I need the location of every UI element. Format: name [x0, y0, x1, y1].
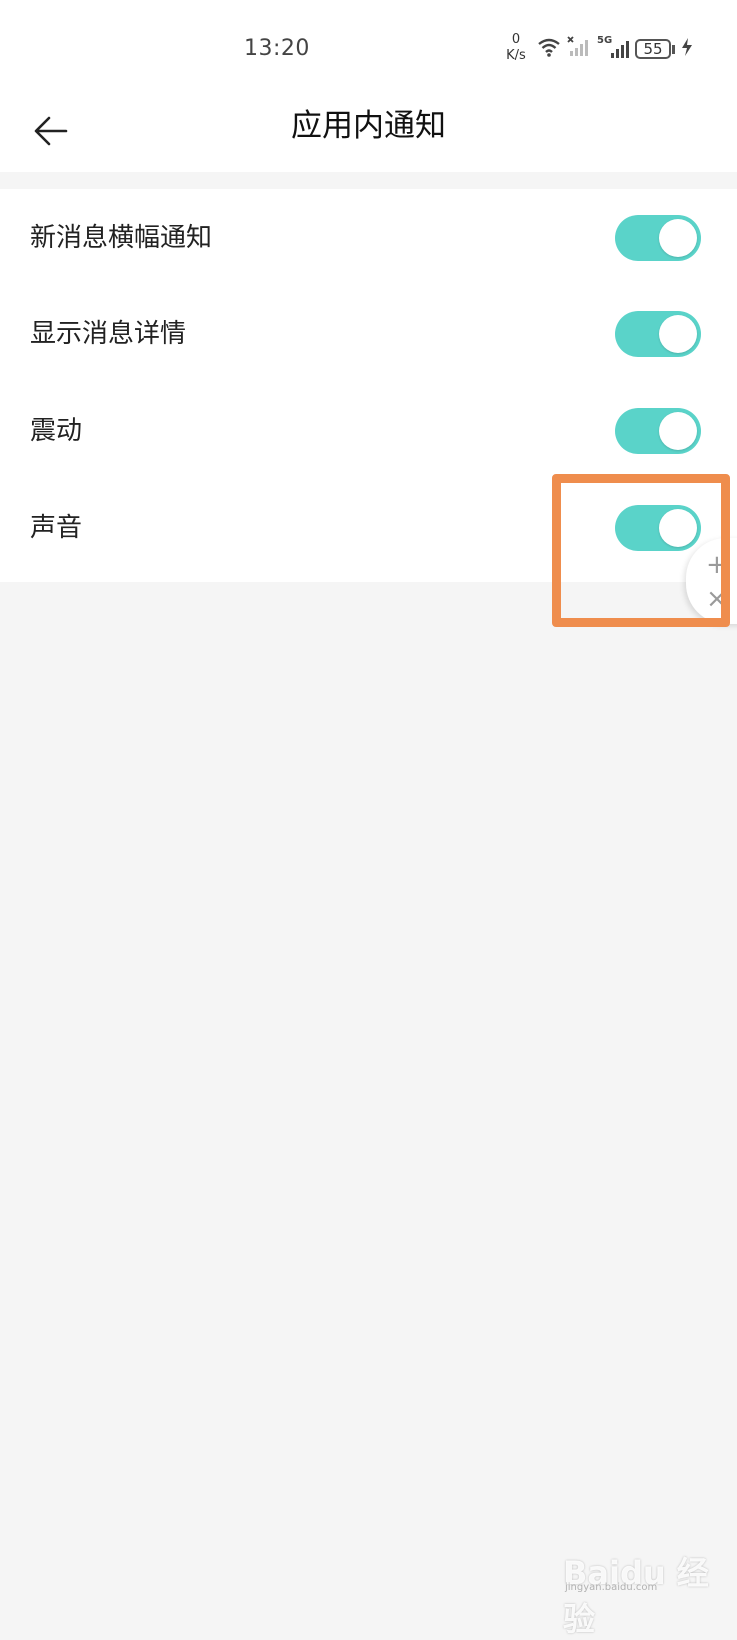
- setting-label: 震动: [30, 416, 83, 446]
- setting-row-details: 显示消息详情: [0, 285, 737, 383]
- banner-toggle[interactable]: [615, 215, 701, 261]
- arrow-left-icon: [34, 116, 68, 150]
- watermark-logo: Baidu 经验: [563, 1554, 709, 1638]
- net-speed: 0 K/s: [499, 32, 533, 64]
- title-bar: 应用内通知: [0, 94, 737, 172]
- setting-row-vibration: 震动: [0, 382, 737, 480]
- net-speed-value: 0: [511, 32, 521, 47]
- setting-row-banner: 新消息横幅通知: [0, 189, 737, 287]
- highlight-annotation: [552, 474, 730, 627]
- status-time: 13:20: [244, 36, 310, 61]
- setting-label: 新消息横幅通知: [30, 223, 213, 253]
- page-title: 应用内通知: [291, 108, 446, 144]
- signal-5g-icon: 5G: [597, 35, 629, 60]
- battery-tip: [672, 44, 675, 54]
- toggle-knob: [659, 412, 697, 450]
- details-toggle[interactable]: [615, 311, 701, 357]
- back-button[interactable]: [26, 108, 76, 158]
- vibration-toggle[interactable]: [615, 408, 701, 454]
- watermark-url: jingyan.baidu.com: [565, 1582, 658, 1593]
- toggle-knob: [659, 315, 697, 353]
- status-icons: 5G 55: [537, 35, 693, 62]
- signal-no-service-icon: [567, 36, 591, 62]
- net-speed-unit: K/s: [506, 48, 526, 63]
- status-bar: 13:20 0 K/s 5G 55: [0, 0, 737, 94]
- battery-level: 55: [635, 39, 671, 59]
- wifi-icon: [537, 37, 561, 61]
- setting-label: 声音: [30, 513, 83, 543]
- watermark: Baidu 经验 jingyan.baidu.com: [563, 1548, 713, 1638]
- setting-label: 显示消息详情: [30, 319, 187, 349]
- battery-indicator: 55: [635, 39, 675, 59]
- toggle-knob: [659, 219, 697, 257]
- charging-icon: [681, 37, 693, 61]
